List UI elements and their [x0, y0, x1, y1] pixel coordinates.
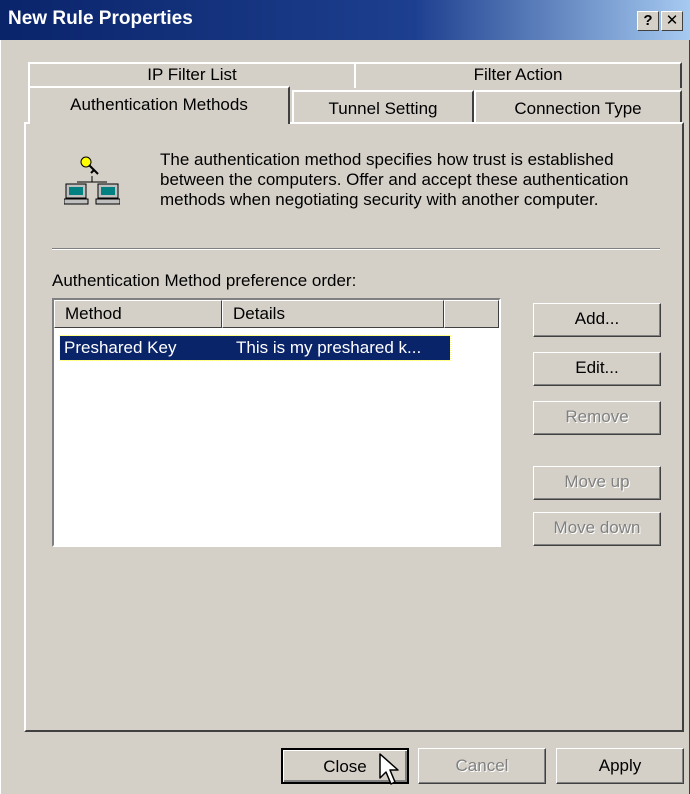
list-caption: Authentication Method preference order:	[52, 271, 357, 290]
network-computers-key-icon	[63, 152, 121, 208]
tab-authentication-methods[interactable]: Authentication Methods	[28, 86, 290, 124]
list-item[interactable]: Preshared Key This is my preshared k...	[59, 335, 451, 361]
move-down-button[interactable]: Move down	[533, 512, 661, 546]
tab-filter-action[interactable]: Filter Action	[354, 62, 682, 88]
cell-method: Preshared Key	[64, 338, 177, 357]
authentication-methods-list[interactable]: Method Details Preshared Key This is my …	[52, 298, 501, 547]
window-title: New Rule Properties	[8, 8, 193, 29]
title-bar: New Rule Properties ? ✕	[0, 0, 690, 40]
cell-details: This is my preshared k...	[236, 338, 422, 357]
tab-ip-filter-list[interactable]: IP Filter List	[28, 62, 356, 88]
column-header-empty	[444, 300, 499, 328]
edit-button[interactable]: Edit...	[533, 352, 661, 386]
intro-text: The authentication method specifies how …	[160, 150, 629, 209]
apply-button[interactable]: Apply	[556, 748, 684, 784]
column-header-method[interactable]: Method	[54, 300, 222, 328]
tab-connection-type[interactable]: Connection Type	[474, 90, 682, 122]
mouse-pointer-icon	[378, 752, 402, 793]
close-window-button[interactable]: ✕	[661, 11, 683, 31]
remove-button[interactable]: Remove	[533, 401, 661, 435]
help-button[interactable]: ?	[637, 11, 659, 31]
move-up-button[interactable]: Move up	[533, 466, 661, 500]
tab-tunnel-setting[interactable]: Tunnel Setting	[292, 90, 474, 122]
separator	[52, 248, 660, 250]
add-button[interactable]: Add...	[533, 303, 661, 337]
column-header-details[interactable]: Details	[222, 300, 444, 328]
cancel-button[interactable]: Cancel	[418, 748, 546, 784]
